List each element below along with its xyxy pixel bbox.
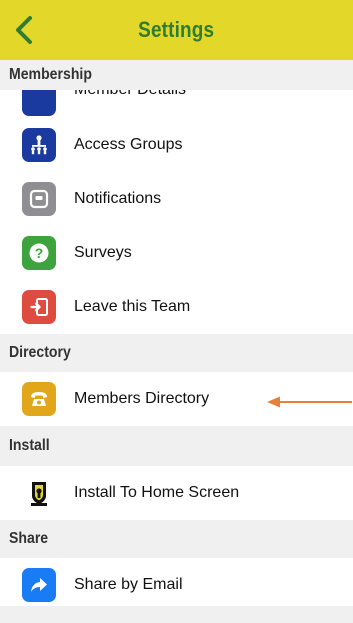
- settings-row-surveys[interactable]: ? Surveys: [0, 226, 353, 280]
- svg-text:?: ?: [35, 245, 44, 261]
- notifications-icon: [22, 182, 56, 216]
- section-header-install: Install: [0, 426, 353, 466]
- chevron-left-icon[interactable]: [10, 14, 40, 46]
- question-mark-icon: ?: [22, 236, 56, 270]
- settings-row-access-groups[interactable]: Access Groups: [0, 118, 353, 172]
- settings-row-share-email[interactable]: Share by Email: [0, 558, 353, 612]
- app-logo-icon: [22, 476, 56, 510]
- share-arrow-icon: [22, 568, 56, 602]
- row-label: Share by Email: [74, 576, 183, 593]
- left-arrow-icon: [267, 396, 352, 408]
- member-details-icon: [22, 90, 56, 116]
- row-label: Surveys: [74, 244, 132, 261]
- row-label: Member Details: [74, 90, 186, 99]
- settings-row-install-home-screen[interactable]: Install To Home Screen: [0, 466, 353, 520]
- settings-row-notifications[interactable]: Notifications: [0, 172, 353, 226]
- row-label: Install To Home Screen: [74, 484, 240, 501]
- row-label: Access Groups: [74, 136, 183, 153]
- access-groups-icon: [22, 128, 56, 162]
- row-label: Members Directory: [74, 390, 210, 407]
- section-header-directory: Directory: [0, 334, 353, 372]
- top-app-bar: Settings: [0, 0, 353, 60]
- row-label: Leave this Team: [74, 298, 191, 315]
- phone-icon: [22, 382, 56, 416]
- bottom-section-bar: [0, 606, 353, 623]
- settings-row-leave-team[interactable]: Leave this Team: [0, 280, 353, 334]
- section-header-membership: Membership: [0, 60, 353, 90]
- row-label: Notifications: [74, 190, 162, 207]
- exit-icon: [22, 290, 56, 324]
- page-title: Settings: [138, 17, 215, 42]
- section-header-share: Share: [0, 520, 353, 558]
- settings-row-member-details[interactable]: Member Details: [0, 90, 353, 118]
